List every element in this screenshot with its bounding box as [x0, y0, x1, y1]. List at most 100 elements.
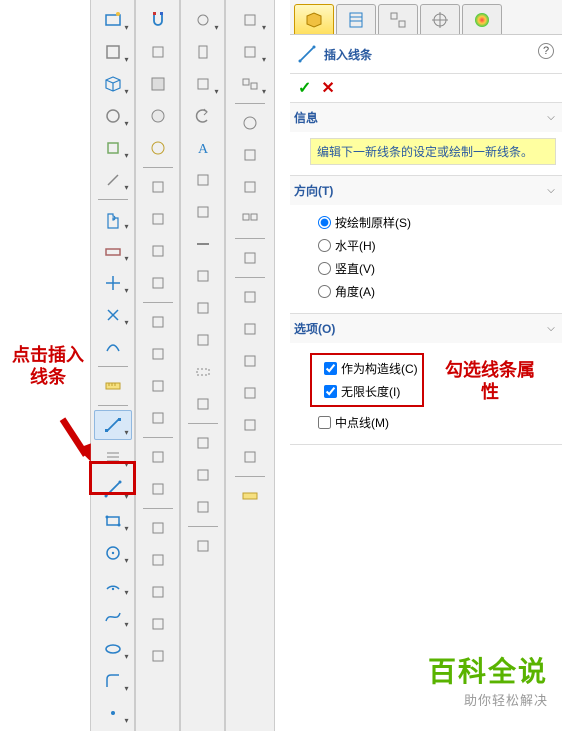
- tab-display-manager[interactable]: [462, 4, 502, 34]
- tool-generic-icon[interactable]: [139, 339, 177, 369]
- tool-generic-icon[interactable]: [184, 5, 222, 35]
- tool-generic-icon[interactable]: [184, 293, 222, 323]
- tool-generic-icon[interactable]: [184, 165, 222, 195]
- tool-ellipse-icon[interactable]: [94, 634, 132, 664]
- tool-rect-icon[interactable]: [94, 506, 132, 536]
- tool-generic-icon[interactable]: [139, 236, 177, 266]
- tool-generic-icon[interactable]: [231, 410, 269, 440]
- checkbox-midpoint-label[interactable]: 中点线(M): [335, 414, 389, 431]
- tool-generic-icon[interactable]: [231, 108, 269, 138]
- radio-vertical-label[interactable]: 竖直(V): [335, 260, 375, 277]
- tool-generic-icon[interactable]: [94, 442, 132, 472]
- tool-generic-icon[interactable]: [231, 442, 269, 472]
- tool-generic-icon[interactable]: [184, 428, 222, 458]
- tool-box-icon[interactable]: [94, 69, 132, 99]
- tool-generic-icon[interactable]: [139, 545, 177, 575]
- tool-generic-icon[interactable]: [184, 261, 222, 291]
- tool-generic-icon[interactable]: [231, 140, 269, 170]
- tool-generic-icon[interactable]: [94, 165, 132, 195]
- tool-generic-icon[interactable]: [184, 357, 222, 387]
- checkbox-infinite-label[interactable]: 无限长度(I): [341, 383, 400, 400]
- tool-arc2-icon[interactable]: [94, 570, 132, 600]
- tool-undo-icon[interactable]: [184, 101, 222, 131]
- section-direction-header[interactable]: 方向(T) ⌵: [290, 176, 562, 205]
- radio-vertical[interactable]: [318, 262, 331, 275]
- tab-dimxpert[interactable]: [420, 4, 460, 34]
- tool-generic-icon[interactable]: [139, 371, 177, 401]
- tool-generic-icon[interactable]: [139, 609, 177, 639]
- cancel-button[interactable]: ✕: [321, 78, 334, 98]
- tool-generic-icon[interactable]: [139, 69, 177, 99]
- tool-generic-icon[interactable]: [94, 236, 132, 266]
- section-info-header[interactable]: 信息 ⌵: [290, 103, 562, 132]
- tool-generic-icon[interactable]: [94, 268, 132, 298]
- tool-generic-icon[interactable]: [139, 641, 177, 671]
- tool-generic-icon[interactable]: [231, 69, 269, 99]
- tool-generic-icon[interactable]: [231, 346, 269, 376]
- tool-generic-icon[interactable]: [139, 172, 177, 202]
- tool-generic-icon[interactable]: [94, 101, 132, 131]
- tool-generic-icon[interactable]: [139, 204, 177, 234]
- radio-as-sketched-label[interactable]: 按绘制原样(S): [335, 214, 411, 231]
- tool-measure-icon[interactable]: [94, 371, 132, 401]
- tool-puzzle-icon[interactable]: [94, 204, 132, 234]
- tool-insert-line-icon[interactable]: [94, 474, 132, 504]
- checkbox-construction[interactable]: [324, 362, 337, 375]
- tool-generic-icon[interactable]: [231, 282, 269, 312]
- tool-fillet-icon[interactable]: [94, 666, 132, 696]
- tool-generic-icon[interactable]: [231, 5, 269, 35]
- checkbox-midpoint[interactable]: [318, 416, 331, 429]
- tool-generic-icon[interactable]: [231, 378, 269, 408]
- tool-generic-icon[interactable]: [94, 37, 132, 67]
- tool-line-selected-icon[interactable]: [94, 410, 132, 440]
- checkbox-infinite[interactable]: [324, 385, 337, 398]
- tool-generic-icon[interactable]: [94, 300, 132, 330]
- tool-generic-icon[interactable]: [184, 389, 222, 419]
- tool-generic-icon[interactable]: [139, 577, 177, 607]
- tool-generic-icon[interactable]: [231, 172, 269, 202]
- tool-generic-icon[interactable]: [184, 492, 222, 522]
- tool-generic-icon[interactable]: [184, 229, 222, 259]
- tool-generic-icon[interactable]: [184, 460, 222, 490]
- tool-generic-icon[interactable]: [184, 37, 222, 67]
- ok-button[interactable]: ✓: [298, 78, 311, 98]
- help-icon[interactable]: ?: [538, 43, 554, 59]
- tool-generic-icon[interactable]: [139, 101, 177, 131]
- tool-generic-icon[interactable]: [231, 37, 269, 67]
- radio-horizontal[interactable]: [318, 239, 331, 252]
- tool-circle-icon[interactable]: [94, 538, 132, 568]
- tool-text-icon[interactable]: A: [184, 133, 222, 163]
- tool-point-icon[interactable]: [94, 698, 132, 728]
- tool-generic-icon[interactable]: [184, 69, 222, 99]
- tab-configuration-manager[interactable]: [378, 4, 418, 34]
- section-options-header[interactable]: 选项(O) ⌵: [290, 314, 562, 343]
- tool-generic-icon[interactable]: [139, 442, 177, 472]
- tab-feature-manager[interactable]: [294, 4, 334, 34]
- tool-generic-icon[interactable]: [184, 197, 222, 227]
- tool-generic-icon[interactable]: [231, 204, 269, 234]
- radio-horizontal-label[interactable]: 水平(H): [335, 237, 376, 254]
- tool-generic-icon[interactable]: [139, 307, 177, 337]
- tool-arc-icon[interactable]: [94, 332, 132, 362]
- radio-angle[interactable]: [318, 285, 331, 298]
- tool-generic-icon[interactable]: [139, 474, 177, 504]
- tool-generic-icon[interactable]: [94, 133, 132, 163]
- tool-magnet-icon[interactable]: [139, 5, 177, 35]
- tool-generic-icon[interactable]: [231, 314, 269, 344]
- tool-generic-icon[interactable]: [184, 531, 222, 561]
- tab-property-manager[interactable]: [336, 4, 376, 34]
- tool-generic-icon[interactable]: [184, 325, 222, 355]
- tool-generic-icon[interactable]: [231, 243, 269, 273]
- line-icon: [296, 43, 318, 65]
- tool-spline-icon[interactable]: [94, 602, 132, 632]
- radio-as-sketched[interactable]: [318, 216, 331, 229]
- tool-generic-icon[interactable]: [139, 37, 177, 67]
- tool-generic-icon[interactable]: [139, 403, 177, 433]
- tool-generic-icon[interactable]: [139, 268, 177, 298]
- radio-angle-label[interactable]: 角度(A): [335, 283, 375, 300]
- tool-ruler-icon[interactable]: [231, 481, 269, 511]
- checkbox-construction-label[interactable]: 作为构造线(C): [341, 360, 418, 377]
- tool-generic-icon[interactable]: [139, 133, 177, 163]
- tool-generic-icon[interactable]: [139, 513, 177, 543]
- tool-view-icon[interactable]: [94, 5, 132, 35]
